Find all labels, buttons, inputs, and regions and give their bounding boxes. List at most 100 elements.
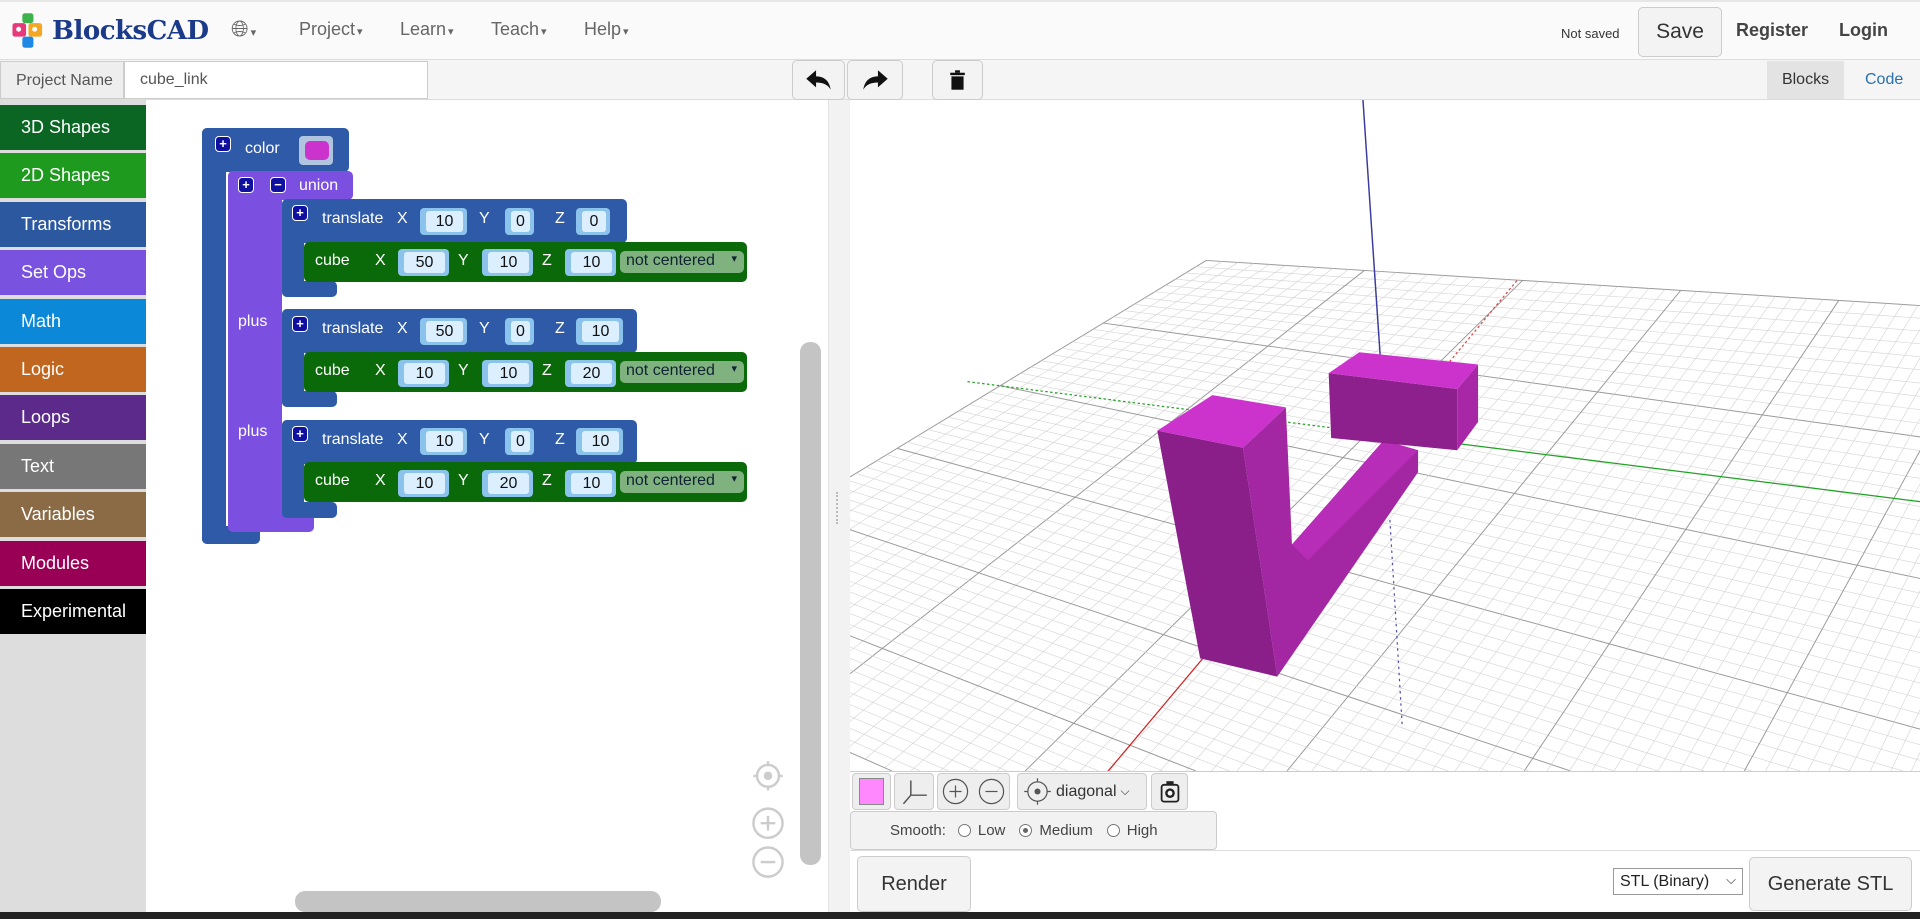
translate-x-field[interactable]: 10: [420, 208, 467, 235]
category-experimental[interactable]: Experimental: [0, 589, 146, 634]
smooth-high-radio[interactable]: [1106, 824, 1120, 837]
translate-y-field[interactable]: 0: [505, 208, 534, 235]
cube-z-field[interactable]: 10: [565, 249, 616, 276]
union-label: union: [299, 177, 339, 194]
category-math[interactable]: Math: [0, 299, 146, 344]
axes-toggle-button[interactable]: [894, 773, 934, 810]
union-add-button[interactable]: +: [238, 177, 254, 193]
undo-icon: [806, 70, 831, 90]
union-remove-button[interactable]: −: [270, 177, 286, 193]
category-variables[interactable]: Variables: [0, 492, 146, 537]
cube-z-field-value: 10: [571, 252, 612, 273]
logo[interactable]: BlocksCAD: [10, 12, 209, 49]
grid-line: [850, 751, 892, 771]
center-dropdown[interactable]: not centered ▾: [620, 471, 744, 493]
recenter-icon[interactable]: [753, 761, 783, 791]
translate-add-button[interactable]: +: [292, 316, 308, 332]
zoom-out-icon[interactable]: [977, 777, 1006, 806]
category-logic[interactable]: Logic: [0, 347, 146, 392]
smooth-medium-radio[interactable]: [1019, 824, 1033, 837]
undo-button[interactable]: [792, 60, 845, 100]
translate-block-foot: [282, 502, 337, 518]
render-button[interactable]: Render: [857, 856, 971, 912]
project-name-input[interactable]: [124, 61, 428, 99]
tab-blocks[interactable]: Blocks: [1767, 61, 1844, 99]
translate-add-button[interactable]: +: [292, 205, 308, 221]
app: BlocksCAD 🌐︎ ▾ Project ▾ Learn ▾ Teach ▾ Hel…: [0, 0, 1920, 919]
cube-y-field[interactable]: 10: [482, 249, 533, 276]
menu-teach[interactable]: Teach ▾: [491, 19, 547, 40]
translate-y-field-value: 0: [511, 321, 530, 342]
zoom-out-icon[interactable]: [752, 846, 784, 878]
category-set-ops[interactable]: Set Ops: [0, 250, 146, 295]
translate-z-field[interactable]: 10: [576, 318, 623, 345]
zoom-in-icon[interactable]: [941, 777, 970, 806]
language-menu[interactable]: 🌐︎ ▾: [231, 16, 256, 42]
translate-x-field[interactable]: 10: [420, 428, 467, 455]
smooth-low-radio[interactable]: [957, 824, 971, 837]
menu-help[interactable]: Help ▾: [584, 19, 629, 40]
redo-button[interactable]: [847, 60, 903, 100]
view-select-value: diagonal: [1056, 782, 1117, 800]
workspace-controls: [752, 761, 784, 878]
screenshot-button[interactable]: [1151, 773, 1188, 810]
color-swatch-field[interactable]: [299, 136, 333, 165]
translate-x-field[interactable]: 50: [420, 318, 467, 345]
grid-line: [1478, 298, 1808, 771]
translate-add-button[interactable]: +: [292, 426, 308, 442]
zoom-in-icon[interactable]: [752, 807, 784, 840]
menu-project[interactable]: Project ▾: [299, 19, 363, 40]
cube-x-field[interactable]: 10: [398, 470, 449, 497]
login-link[interactable]: Login: [1839, 20, 1888, 41]
cube-y-field[interactable]: 20: [482, 470, 533, 497]
horizontal-scrollbar[interactable]: [295, 891, 661, 912]
block-stack: + color + − union + translate X 10 Y 0 Z 0 cube X 50 Y 10…: [146, 100, 828, 720]
translate-y-field[interactable]: 0: [505, 428, 534, 455]
translate-x-field-value: 10: [426, 211, 463, 232]
category-2d-shapes[interactable]: 2D Shapes: [0, 153, 146, 198]
view-selector[interactable]: diagonal ⌵: [1017, 773, 1147, 810]
cube-x-field[interactable]: 50: [398, 249, 449, 276]
grid-line: [1195, 266, 1920, 319]
center-dropdown[interactable]: not centered ▾: [620, 251, 744, 273]
taskbar-strip: [0, 912, 1920, 919]
register-link[interactable]: Register: [1736, 20, 1808, 41]
category-3d-shapes[interactable]: 3D Shapes: [0, 105, 146, 150]
grid-line: [850, 740, 921, 771]
axis-label: Z: [542, 252, 552, 269]
menu-learn[interactable]: Learn ▾: [400, 19, 454, 40]
color-picker-button[interactable]: [852, 773, 891, 810]
center-dropdown[interactable]: not centered ▾: [620, 361, 744, 383]
translate-z-field[interactable]: 10: [576, 428, 623, 455]
panel-splitter[interactable]: [828, 100, 850, 912]
generate-stl-button[interactable]: Generate STL: [1749, 857, 1912, 911]
blocks-workspace[interactable]: + color + − union + translate X 10 Y 0 Z 0 cube X 50 Y 10…: [146, 100, 828, 912]
logo-icon: [12, 13, 43, 48]
axis-label: Z: [555, 210, 565, 227]
tab-code[interactable]: Code: [1865, 71, 1903, 89]
translate-y-field[interactable]: 0: [505, 318, 534, 345]
axis-label: Y: [479, 431, 490, 448]
cube-y-field[interactable]: 10: [482, 360, 533, 387]
3d-viewer[interactable]: [850, 100, 1920, 771]
cube-x-field[interactable]: 10: [398, 360, 449, 387]
category-loops[interactable]: Loops: [0, 395, 146, 440]
vertical-scrollbar[interactable]: [800, 342, 821, 865]
delete-button[interactable]: [932, 60, 983, 100]
color-add-button[interactable]: +: [215, 136, 231, 152]
cube-z-field[interactable]: 20: [565, 360, 616, 387]
plus-label: plus: [238, 423, 268, 440]
3d-scene[interactable]: [850, 100, 1920, 771]
color-swatch: [305, 141, 329, 160]
category-modules[interactable]: Modules: [0, 541, 146, 586]
translate-z-field-value: 10: [582, 431, 619, 452]
axis-label: Z: [542, 472, 552, 489]
cube-z-field[interactable]: 10: [565, 470, 616, 497]
cube-x-field-value: 10: [404, 473, 445, 494]
category-transforms[interactable]: Transforms: [0, 202, 146, 247]
category-text[interactable]: Text: [0, 444, 146, 489]
translate-z-field[interactable]: 0: [576, 208, 610, 235]
save-button[interactable]: Save: [1638, 7, 1722, 57]
export-format-select[interactable]: STL (Binary) ⌵: [1613, 868, 1743, 895]
grid-line: [1869, 668, 1920, 771]
